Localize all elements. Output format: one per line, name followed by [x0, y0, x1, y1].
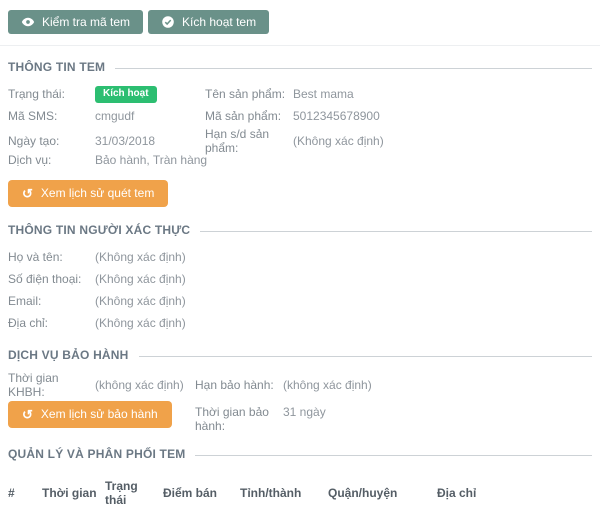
section-heading: QUẢN LÝ VÀ PHÂN PHỐI TEM: [8, 447, 185, 461]
product-name-value: Best mama: [293, 87, 592, 101]
service-value: Bảo hành, Tràn hàng: [95, 153, 592, 167]
field-row: Thời gian KHBH: (không xác định) Hạn bảo…: [8, 371, 592, 393]
col-index: #: [0, 470, 42, 514]
activate-stamp-label: Kích hoạt tem: [182, 15, 256, 29]
section-rule: [115, 68, 592, 69]
sms-code-label: Mã SMS:: [8, 109, 95, 123]
created-date-label: Ngày tạo:: [8, 134, 95, 148]
warranty-section-title: DỊCH VỤ BẢO HÀNH: [8, 348, 592, 362]
address-label: Địa chỉ:: [8, 316, 95, 330]
stamp-info-section-title: THÔNG TIN TEM: [8, 60, 592, 74]
stamp-info-fields: Trạng thái: Kích hoạt Tên sản phẩm: Best…: [8, 83, 592, 171]
activate-stamp-button[interactable]: Kích hoạt tem: [148, 10, 269, 34]
toolbar: Kiểm tra mã tem Kích hoạt tem: [0, 0, 600, 46]
section-rule: [195, 455, 592, 456]
view-warranty-history-label: Xem lịch sử bảo hành: [41, 407, 158, 421]
view-scan-history-label: Xem lịch sử quét tem: [41, 186, 154, 200]
status-label: Trạng thái:: [8, 87, 95, 101]
sms-code-value: cmgudf: [95, 109, 205, 123]
section-heading: DỊCH VỤ BẢO HÀNH: [8, 348, 129, 362]
fullname-label: Họ và tên:: [8, 250, 95, 264]
product-code-value: 5012345678900: [293, 109, 592, 123]
section-rule: [200, 231, 592, 232]
check-circle-icon: [161, 15, 175, 29]
section-rule: [139, 356, 592, 357]
service-label: Dịch vụ:: [8, 153, 95, 167]
email-label: Email:: [8, 294, 95, 308]
distribution-section-title: QUẢN LÝ VÀ PHÂN PHỐI TEM: [8, 447, 592, 461]
product-expiry-label: Hạn s/d sản phẩm:: [205, 127, 293, 155]
field-row: Địa chỉ: (Không xác định): [8, 312, 592, 334]
warranty-row: ↺ Xem lịch sử bảo hành Thời gian bảo hàn…: [8, 399, 592, 433]
col-status: Trạng thái: [105, 470, 163, 514]
warranty-deadline-label: Hạn bảo hành:: [195, 378, 283, 392]
warranty-deadline-value: (không xác định): [283, 378, 592, 392]
col-time: Thời gian: [42, 470, 105, 514]
warranty-duration-value: 31 ngày: [283, 399, 592, 419]
field-row: Mã SMS: cmgudf Mã sản phẩm: 501234567890…: [8, 105, 592, 127]
created-date-value: 31/03/2018: [95, 134, 205, 148]
field-row: Số điện thoại: (Không xác định): [8, 268, 592, 290]
address-value: (Không xác định): [95, 316, 592, 330]
status-badge: Kích hoạt: [95, 86, 157, 103]
section-heading: THÔNG TIN NGƯỜI XÁC THỰC: [8, 223, 190, 237]
stamp-detail-page: Kiểm tra mã tem Kích hoạt tem THÔNG TIN …: [0, 0, 600, 514]
product-code-label: Mã sản phẩm:: [205, 109, 293, 123]
khbh-label: Thời gian KHBH:: [8, 371, 95, 399]
phone-value: (Không xác định): [95, 272, 592, 286]
eye-icon: [21, 15, 35, 29]
verifier-section-title: THÔNG TIN NGƯỜI XÁC THỰC: [8, 223, 592, 237]
field-row: Dịch vụ: Bảo hành, Tràn hàng: [8, 149, 592, 171]
verifier-fields: Họ và tên: (Không xác định) Số điện thoạ…: [8, 246, 592, 334]
product-name-label: Tên sản phẩm:: [205, 87, 293, 101]
field-row: Họ và tên: (Không xác định): [8, 246, 592, 268]
check-stamp-code-button[interactable]: Kiểm tra mã tem: [8, 10, 143, 34]
distribution-table: # Thời gian Trạng thái Điểm bán Tỉnh/thà…: [0, 470, 600, 514]
history-icon: ↺: [22, 187, 33, 200]
col-address: Địa chỉ: [437, 470, 600, 514]
fullname-value: (Không xác định): [95, 250, 592, 264]
col-province: Tỉnh/thành: [240, 470, 328, 514]
warranty-duration-label: Thời gian bảo hành:: [195, 399, 283, 433]
table-header-row: # Thời gian Trạng thái Điểm bán Tỉnh/thà…: [0, 470, 600, 514]
field-row: Trạng thái: Kích hoạt Tên sản phẩm: Best…: [8, 83, 592, 105]
check-stamp-code-label: Kiểm tra mã tem: [42, 15, 130, 29]
view-warranty-history-button[interactable]: ↺ Xem lịch sử bảo hành: [8, 401, 172, 428]
history-icon: ↺: [22, 408, 33, 421]
col-district: Quận/huyện: [328, 470, 437, 514]
col-point: Điểm bán: [163, 470, 240, 514]
khbh-value: (không xác định): [95, 378, 195, 392]
product-expiry-value: (Không xác định): [293, 134, 592, 148]
field-row: Email: (Không xác định): [8, 290, 592, 312]
view-scan-history-button[interactable]: ↺ Xem lịch sử quét tem: [8, 180, 168, 207]
phone-label: Số điện thoại:: [8, 272, 95, 286]
warranty-fields: Thời gian KHBH: (không xác định) Hạn bảo…: [8, 371, 592, 393]
email-value: (Không xác định): [95, 294, 592, 308]
field-row: Ngày tạo: 31/03/2018 Hạn s/d sản phẩm: (…: [8, 127, 592, 149]
section-heading: THÔNG TIN TEM: [8, 60, 105, 74]
